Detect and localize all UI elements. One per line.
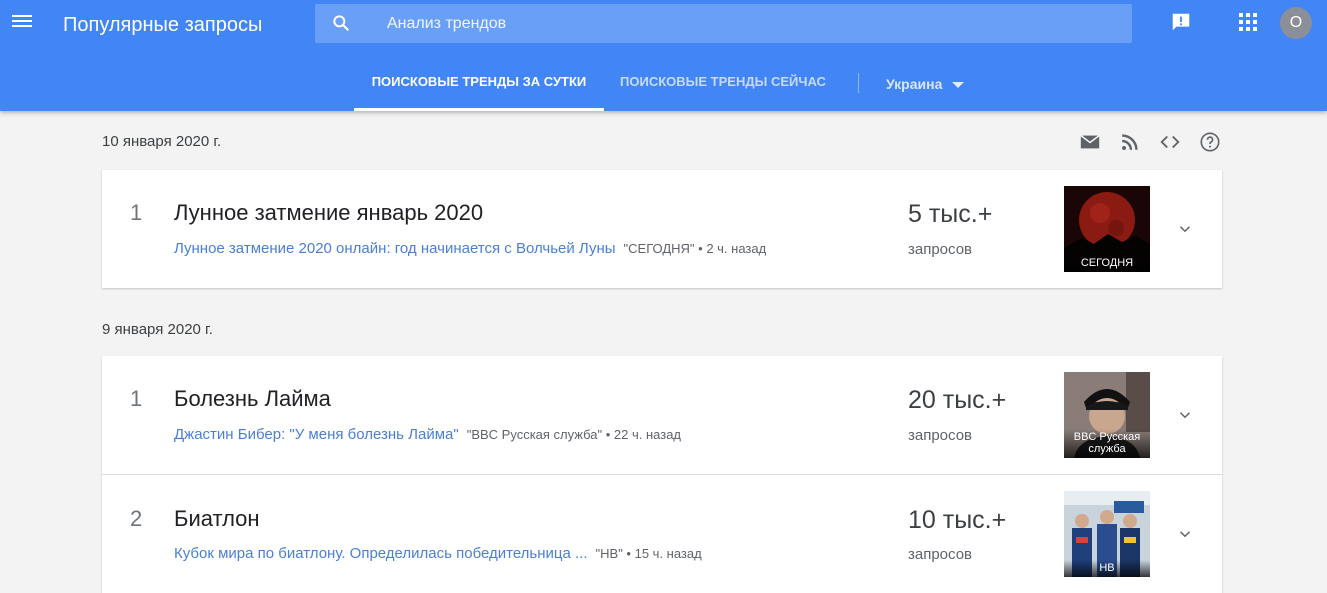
trend-rank: 1 [130, 200, 143, 225]
news-thumbnail[interactable]: СЕГОДНЯ [1064, 186, 1150, 272]
article-meta: "СЕГОДНЯ" • 2 ч. назад [623, 241, 767, 256]
trend-row[interactable]: 2 Биатлон Кубок мира по биатлону. Опреде… [102, 474, 1222, 593]
menu-icon[interactable] [12, 12, 34, 34]
trend-row[interactable]: 1 Лунное затмение январь 2020 Лунное зат… [102, 170, 1222, 288]
article-link[interactable]: Лунное затмение 2020 онлайн: год начинае… [174, 240, 616, 257]
trend-row[interactable]: 1 Болезнь Лайма Джастин Бибер: "У меня б… [102, 356, 1222, 474]
search-icon[interactable] [331, 13, 351, 33]
apps-icon[interactable] [1239, 13, 1257, 31]
rss-icon[interactable] [1119, 131, 1141, 153]
caret-down-icon [952, 82, 965, 89]
search-count-label: запросов [908, 546, 973, 563]
article-time: 2 ч. назад [706, 241, 767, 256]
article-source: "СЕГОДНЯ" [623, 241, 695, 256]
trend-rank: 1 [130, 386, 143, 411]
help-icon[interactable] [1199, 131, 1221, 153]
article-source: "BBC Русская служба" [466, 427, 603, 442]
search-count-label: запросов [908, 241, 973, 258]
chevron-down-icon[interactable] [1176, 220, 1194, 238]
date-label: 9 января 2020 г. [102, 321, 213, 338]
region-label: Украина [886, 76, 943, 92]
email-icon[interactable] [1079, 131, 1101, 153]
article-time: 15 ч. назад [634, 546, 702, 561]
search-count: 20 тыс.+ [908, 386, 1007, 414]
trend-card: 1 Болезнь Лайма Джастин Бибер: "У меня б… [102, 356, 1222, 593]
search-input[interactable] [387, 4, 1107, 43]
search-count-label: запросов [908, 427, 973, 444]
region-select[interactable]: Украина [886, 66, 965, 102]
article-link[interactable]: Джастин Бибер: "У меня болезнь Лайма" [174, 426, 459, 443]
thumbnail-caption: НВ [1064, 560, 1150, 577]
date-label: 10 января 2020 г. [102, 133, 222, 150]
trend-article: Джастин Бибер: "У меня болезнь Лайма" "BB… [174, 426, 681, 443]
embed-icon[interactable] [1159, 131, 1181, 153]
article-time: 22 ч. назад [613, 427, 682, 442]
trend-article: Кубок мира по биатлону. Определилась поб… [174, 545, 702, 562]
app-bar: Популярные запросы O Поисковые тренды за… [0, 0, 1327, 111]
news-thumbnail[interactable]: BBC Русская служба [1064, 372, 1150, 458]
tab-divider [858, 73, 859, 93]
thumbnail-caption: BBC Русская служба [1064, 429, 1150, 458]
chevron-down-icon[interactable] [1176, 525, 1194, 543]
trend-title[interactable]: Биатлон [174, 506, 260, 532]
thumbnail-caption: СЕГОДНЯ [1064, 255, 1150, 272]
tab-daily-trends[interactable]: Поисковые тренды за сутки [354, 66, 604, 111]
news-thumbnail[interactable]: НВ [1064, 491, 1150, 577]
article-link[interactable]: Кубок мира по биатлону. Определилась поб… [174, 545, 588, 562]
search-box[interactable] [315, 4, 1132, 43]
feedback-icon[interactable] [1170, 11, 1192, 33]
tab-realtime-trends[interactable]: Поисковые тренды сейчас [612, 66, 834, 111]
search-count: 5 тыс.+ [908, 200, 993, 228]
trend-card: 1 Лунное затмение январь 2020 Лунное зат… [102, 170, 1222, 288]
article-meta: "НВ" • 15 ч. назад [595, 546, 702, 561]
trend-title[interactable]: Лунное затмение январь 2020 [174, 200, 483, 226]
trend-rank: 2 [130, 506, 143, 531]
search-count: 10 тыс.+ [908, 506, 1007, 534]
article-meta: "BBC Русская служба" • 22 ч. назад [466, 427, 682, 442]
avatar[interactable]: O [1280, 7, 1312, 39]
article-source: "НВ" [595, 546, 623, 561]
trend-title[interactable]: Болезнь Лайма [174, 386, 331, 412]
page-title: Популярные запросы [63, 14, 263, 36]
chevron-down-icon[interactable] [1176, 406, 1194, 424]
trend-article: Лунное затмение 2020 онлайн: год начинае… [174, 240, 766, 257]
